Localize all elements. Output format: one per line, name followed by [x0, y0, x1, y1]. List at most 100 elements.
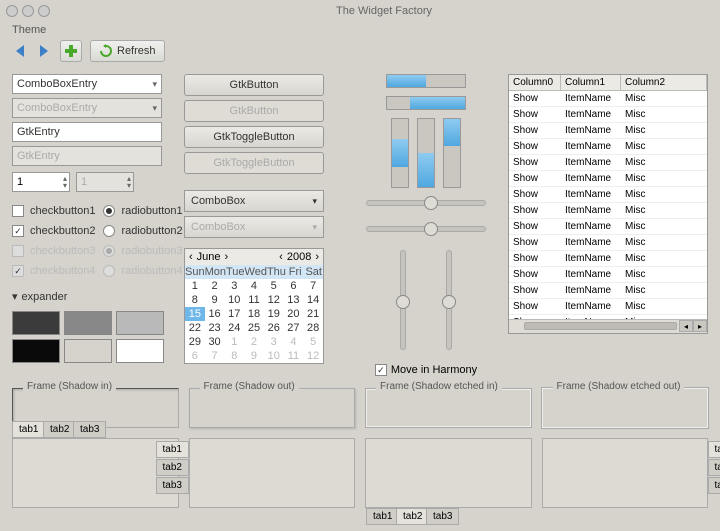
tab-1[interactable]: tab1 — [156, 441, 189, 458]
cal-cell[interactable]: 28 — [303, 321, 323, 335]
h-scrollbar[interactable]: ◂ ▸ — [509, 319, 707, 333]
back-icon[interactable] — [12, 43, 28, 59]
cal-cell[interactable]: 10 — [224, 293, 244, 307]
cal-cell[interactable]: 25 — [244, 321, 264, 335]
cal-cell[interactable]: 16 — [205, 307, 225, 321]
color-swatch[interactable] — [12, 339, 60, 363]
cal-cell[interactable]: 17 — [224, 307, 244, 321]
cal-cell[interactable]: 11 — [244, 293, 264, 307]
cal-next-year-icon[interactable]: › — [315, 251, 319, 263]
cal-prev-year-icon[interactable]: ‹ — [279, 251, 283, 263]
cal-prev-month-icon[interactable]: ‹ — [189, 251, 193, 263]
cal-cell[interactable]: 22 — [185, 321, 205, 335]
tab-2[interactable]: tab2 — [708, 459, 720, 476]
cal-cell[interactable]: 6 — [284, 279, 304, 293]
cal-cell[interactable]: 10 — [264, 349, 284, 363]
slider-thumb[interactable] — [424, 222, 438, 236]
vslider-2[interactable] — [446, 250, 452, 350]
cal-cell[interactable]: 19 — [264, 307, 284, 321]
color-swatch[interactable] — [12, 311, 60, 335]
radiobutton-1[interactable] — [103, 205, 115, 217]
cal-cell[interactable]: 20 — [284, 307, 304, 321]
color-swatch[interactable] — [64, 311, 112, 335]
cal-cell[interactable]: 5 — [264, 279, 284, 293]
comboboxentry-1[interactable]: ComboBoxEntry — [12, 74, 162, 94]
cal-cell[interactable]: 30 — [205, 335, 225, 349]
tab-2[interactable]: tab2 — [43, 421, 76, 438]
tab-3[interactable]: tab3 — [426, 508, 459, 525]
table-row[interactable]: ShowItemNameMisc — [509, 251, 707, 267]
cal-cell[interactable]: 15 — [185, 307, 205, 321]
color-swatch[interactable] — [116, 339, 164, 363]
scroll-right-icon[interactable]: ▸ — [693, 320, 707, 332]
refresh-button[interactable]: Refresh — [90, 40, 165, 62]
harmony-checkbox[interactable]: ✓ — [375, 364, 387, 376]
forward-icon[interactable] — [36, 43, 52, 59]
cal-cell[interactable]: 2 — [205, 279, 225, 293]
table-row[interactable]: ShowItemNameMisc — [509, 235, 707, 251]
calendar[interactable]: ‹June› ‹2008› SunMonTueWedThuFriSat 1234… — [184, 248, 324, 364]
checkbutton-1[interactable] — [12, 205, 24, 217]
cal-cell[interactable]: 3 — [264, 335, 284, 349]
table-row[interactable]: ShowItemNameMisc — [509, 91, 707, 107]
tab-1[interactable]: tab1 — [12, 421, 45, 438]
slider-thumb[interactable] — [442, 295, 456, 309]
gtk-togglebutton-1[interactable]: GtkToggleButton — [184, 126, 324, 148]
cal-cell[interactable]: 29 — [185, 335, 205, 349]
spin-arrows-icon[interactable]: ▴▾ — [63, 175, 67, 189]
cal-cell[interactable]: 21 — [303, 307, 323, 321]
table-row[interactable]: ShowItemNameMisc — [509, 123, 707, 139]
cal-next-month-icon[interactable]: › — [225, 251, 229, 263]
scrollbar-thumb[interactable] — [524, 322, 677, 330]
expander-toggle[interactable]: ▾expander — [12, 290, 172, 303]
cal-cell[interactable]: 8 — [224, 349, 244, 363]
cal-cell[interactable]: 1 — [224, 335, 244, 349]
table-row[interactable]: ShowItemNameMisc — [509, 299, 707, 315]
table-row[interactable]: ShowItemNameMisc — [509, 187, 707, 203]
table-row[interactable]: ShowItemNameMisc — [509, 219, 707, 235]
cal-cell[interactable]: 3 — [224, 279, 244, 293]
slider-thumb[interactable] — [424, 196, 438, 210]
tab-2[interactable]: tab2 — [156, 459, 189, 476]
tab-3[interactable]: tab3 — [708, 477, 720, 494]
cal-cell[interactable]: 1 — [185, 279, 205, 293]
checkbutton-2[interactable]: ✓ — [12, 225, 24, 237]
column-header[interactable]: Column0 — [509, 75, 561, 90]
cal-cell[interactable]: 26 — [264, 321, 284, 335]
cal-cell[interactable]: 27 — [284, 321, 304, 335]
cal-cell[interactable]: 14 — [303, 293, 323, 307]
table-row[interactable]: ShowItemNameMisc — [509, 155, 707, 171]
gtkentry-1[interactable]: GtkEntry — [12, 122, 162, 142]
table-row[interactable]: ShowItemNameMisc — [509, 107, 707, 123]
table-row[interactable]: ShowItemNameMisc — [509, 283, 707, 299]
color-swatch[interactable] — [64, 339, 112, 363]
cal-cell[interactable]: 8 — [185, 293, 205, 307]
cal-cell[interactable]: 12 — [303, 349, 323, 363]
column-header[interactable]: Column2 — [621, 75, 707, 90]
gtk-button-1[interactable]: GtkButton — [184, 74, 324, 96]
cal-cell[interactable]: 9 — [205, 293, 225, 307]
cal-cell[interactable]: 5 — [303, 335, 323, 349]
tab-3[interactable]: tab3 — [73, 421, 106, 438]
treeview[interactable]: Column0Column1Column2 ShowItemNameMiscSh… — [508, 74, 708, 334]
combobox-1[interactable]: ComboBox — [184, 190, 324, 212]
cal-cell[interactable]: 24 — [224, 321, 244, 335]
cal-cell[interactable]: 23 — [205, 321, 225, 335]
tab-3[interactable]: tab3 — [156, 477, 189, 494]
cal-cell[interactable]: 9 — [244, 349, 264, 363]
spinbutton-1[interactable]: 1▴▾ — [12, 172, 70, 192]
cal-cell[interactable]: 7 — [205, 349, 225, 363]
hslider-1[interactable] — [366, 200, 486, 206]
color-swatch[interactable] — [116, 311, 164, 335]
cal-cell[interactable]: 7 — [303, 279, 323, 293]
cal-cell[interactable]: 18 — [244, 307, 264, 321]
cal-cell[interactable]: 6 — [185, 349, 205, 363]
radiobutton-2[interactable] — [103, 225, 115, 237]
window-minimize-button[interactable] — [22, 5, 34, 17]
column-header[interactable]: Column1 — [561, 75, 621, 90]
table-row[interactable]: ShowItemNameMisc — [509, 267, 707, 283]
table-row[interactable]: ShowItemNameMisc — [509, 139, 707, 155]
window-close-button[interactable] — [6, 5, 18, 17]
cal-cell[interactable]: 4 — [284, 335, 304, 349]
tab-2[interactable]: tab2 — [396, 508, 429, 525]
